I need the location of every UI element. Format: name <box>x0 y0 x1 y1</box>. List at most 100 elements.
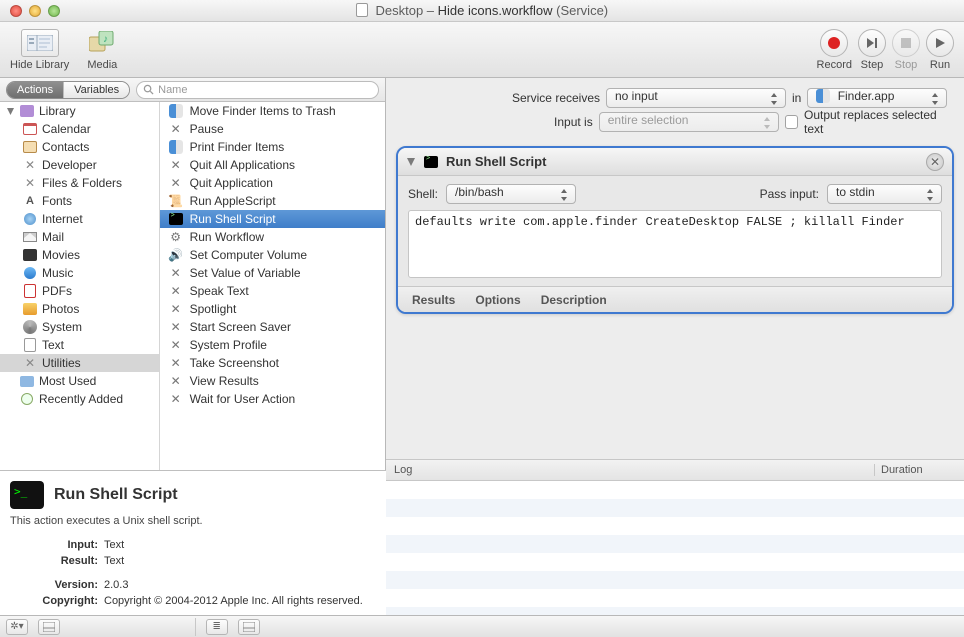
library-root[interactable]: Library <box>0 102 159 120</box>
sidebar-item-text[interactable]: Text <box>0 336 159 354</box>
remove-action-button[interactable]: ✕ <box>926 153 944 171</box>
sidebar-item-contacts[interactable]: Contacts <box>0 138 159 156</box>
library-area: Actions Variables Name Library Calendar <box>0 78 386 615</box>
action-icon: ✕ <box>168 373 184 389</box>
action-row[interactable]: ✕Start Screen Saver <box>160 318 385 336</box>
action-icon: ✕ <box>168 355 184 371</box>
disclosure-triangle-icon[interactable] <box>6 107 15 116</box>
card-results-tab[interactable]: Results <box>412 293 455 307</box>
gear-menu-button[interactable]: ✲▾ <box>6 619 28 635</box>
action-label: Quit Application <box>190 176 273 190</box>
output-replaces-checkbox[interactable] <box>785 115 798 129</box>
action-row[interactable]: Print Finder Items <box>160 138 385 156</box>
toggle-log-panel-button[interactable] <box>238 619 260 635</box>
pass-input-select[interactable]: to stdin <box>827 184 942 204</box>
action-row[interactable]: ✕System Profile <box>160 336 385 354</box>
folder-icon <box>19 373 35 389</box>
action-row[interactable]: ✕Speak Text <box>160 282 385 300</box>
action-row[interactable]: ✕Set Value of Variable <box>160 264 385 282</box>
action-label: Print Finder Items <box>190 140 285 154</box>
action-row[interactable]: ✕Quit All Applications <box>160 156 385 174</box>
service-app-select[interactable]: Finder.app <box>807 88 947 108</box>
toggle-info-panel-button[interactable] <box>38 619 60 635</box>
script-textarea[interactable]: defaults write com.apple.finder CreateDe… <box>408 210 942 278</box>
run-button[interactable]: Run <box>926 29 954 71</box>
card-description-tab[interactable]: Description <box>541 293 607 307</box>
action-icon: ✕ <box>168 157 184 173</box>
action-label: Pause <box>190 122 224 136</box>
sidebar-item-fonts[interactable]: AFonts <box>0 192 159 210</box>
action-row[interactable]: 📜Run AppleScript <box>160 192 385 210</box>
action-row[interactable]: ✕ View Results <box>160 372 385 390</box>
zoom-window-button[interactable] <box>48 5 60 17</box>
pass-input-label: Pass input: <box>760 187 819 201</box>
record-button[interactable]: Record <box>817 29 852 71</box>
action-row[interactable]: ✕Wait for User Action <box>160 390 385 408</box>
sidebar-item-photos[interactable]: Photos <box>0 300 159 318</box>
title-suffix: (Service) <box>553 3 609 18</box>
action-row[interactable]: ✕Spotlight <box>160 300 385 318</box>
list-view-button[interactable]: ≣ <box>206 619 228 635</box>
tab-actions[interactable]: Actions <box>7 82 64 98</box>
sidebar-item-music[interactable]: Music <box>0 264 159 282</box>
search-input[interactable]: Name <box>136 81 379 99</box>
action-icon <box>168 103 184 119</box>
sidebar-item-movies[interactable]: Movies <box>0 246 159 264</box>
service-receives-select[interactable]: no input <box>606 88 786 108</box>
info-copyright-value: Copyright © 2004-2012 Apple Inc. All rig… <box>104 593 376 609</box>
shell-select[interactable]: /bin/bash <box>446 184 576 204</box>
caret-icon <box>559 188 569 202</box>
action-row[interactable]: Run Shell Script <box>160 210 385 228</box>
media-button[interactable]: ♪ Media <box>87 29 117 71</box>
sidebar-item-label: Fonts <box>42 194 72 208</box>
disclosure-triangle-icon[interactable] <box>406 157 416 167</box>
sidebar-item-files-folders[interactable]: ✕Files & Folders <box>0 174 159 192</box>
output-replaces-label: Output replaces selected text <box>804 108 950 136</box>
action-row[interactable]: 🔊Set Computer Volume <box>160 246 385 264</box>
action-label: Set Value of Variable <box>190 266 301 280</box>
action-row[interactable]: ✕Quit Application <box>160 174 385 192</box>
close-icon: ✕ <box>930 155 940 169</box>
log-column-header[interactable]: Log <box>386 464 874 476</box>
sidebar-item-recently-added[interactable]: Recently Added <box>0 390 159 408</box>
sidebar-item-internet[interactable]: Internet <box>0 210 159 228</box>
sidebar-item-label: Files & Folders <box>42 176 122 190</box>
music-icon <box>22 265 38 281</box>
sidebar-item-most-used[interactable]: Most Used <box>0 372 159 390</box>
photos-icon <box>22 301 38 317</box>
workflow-area: Service receives no input in Finder.app … <box>386 78 964 615</box>
sidebar-item-label: Recently Added <box>39 392 123 406</box>
tab-variables[interactable]: Variables <box>64 82 129 98</box>
terminal-large-icon <box>10 481 44 509</box>
clock-icon <box>19 391 35 407</box>
hide-library-label: Hide Library <box>10 59 69 71</box>
hide-library-button[interactable]: Hide Library <box>10 29 69 71</box>
sidebar-item-label: Utilities <box>42 356 81 370</box>
action-row[interactable]: ✕Take Screenshot <box>160 354 385 372</box>
sidebar-item-utilities[interactable]: ✕Utilities <box>0 354 159 372</box>
sidebar-item-pdfs[interactable]: PDFs <box>0 282 159 300</box>
calendar-icon <box>22 121 38 137</box>
movies-icon <box>22 247 38 263</box>
minimize-window-button[interactable] <box>29 5 41 17</box>
service-receives-label: Service receives <box>480 91 600 105</box>
sidebar-item-system[interactable]: System <box>0 318 159 336</box>
action-label: View Results <box>190 374 259 388</box>
action-row[interactable]: ⚙Run Workflow <box>160 228 385 246</box>
terminal-icon <box>424 156 438 168</box>
duration-column-header[interactable]: Duration <box>874 464 964 476</box>
action-row[interactable]: Move Finder Items to Trash <box>160 102 385 120</box>
card-options-tab[interactable]: Options <box>475 293 520 307</box>
step-button[interactable]: Step <box>858 29 886 71</box>
sidebar-item-developer[interactable]: ✕Developer <box>0 156 159 174</box>
inputis-select[interactable]: entire selection <box>599 112 779 132</box>
info-title: Run Shell Script <box>54 486 178 504</box>
stop-button[interactable]: Stop <box>892 29 920 71</box>
sidebar-item-mail[interactable]: Mail <box>0 228 159 246</box>
svg-text:♪: ♪ <box>103 34 108 45</box>
action-row[interactable]: ✕Pause <box>160 120 385 138</box>
close-window-button[interactable] <box>10 5 22 17</box>
panel-icon <box>43 622 55 632</box>
sidebar-item-calendar[interactable]: Calendar <box>0 120 159 138</box>
action-label: Move Finder Items to Trash <box>190 104 336 118</box>
